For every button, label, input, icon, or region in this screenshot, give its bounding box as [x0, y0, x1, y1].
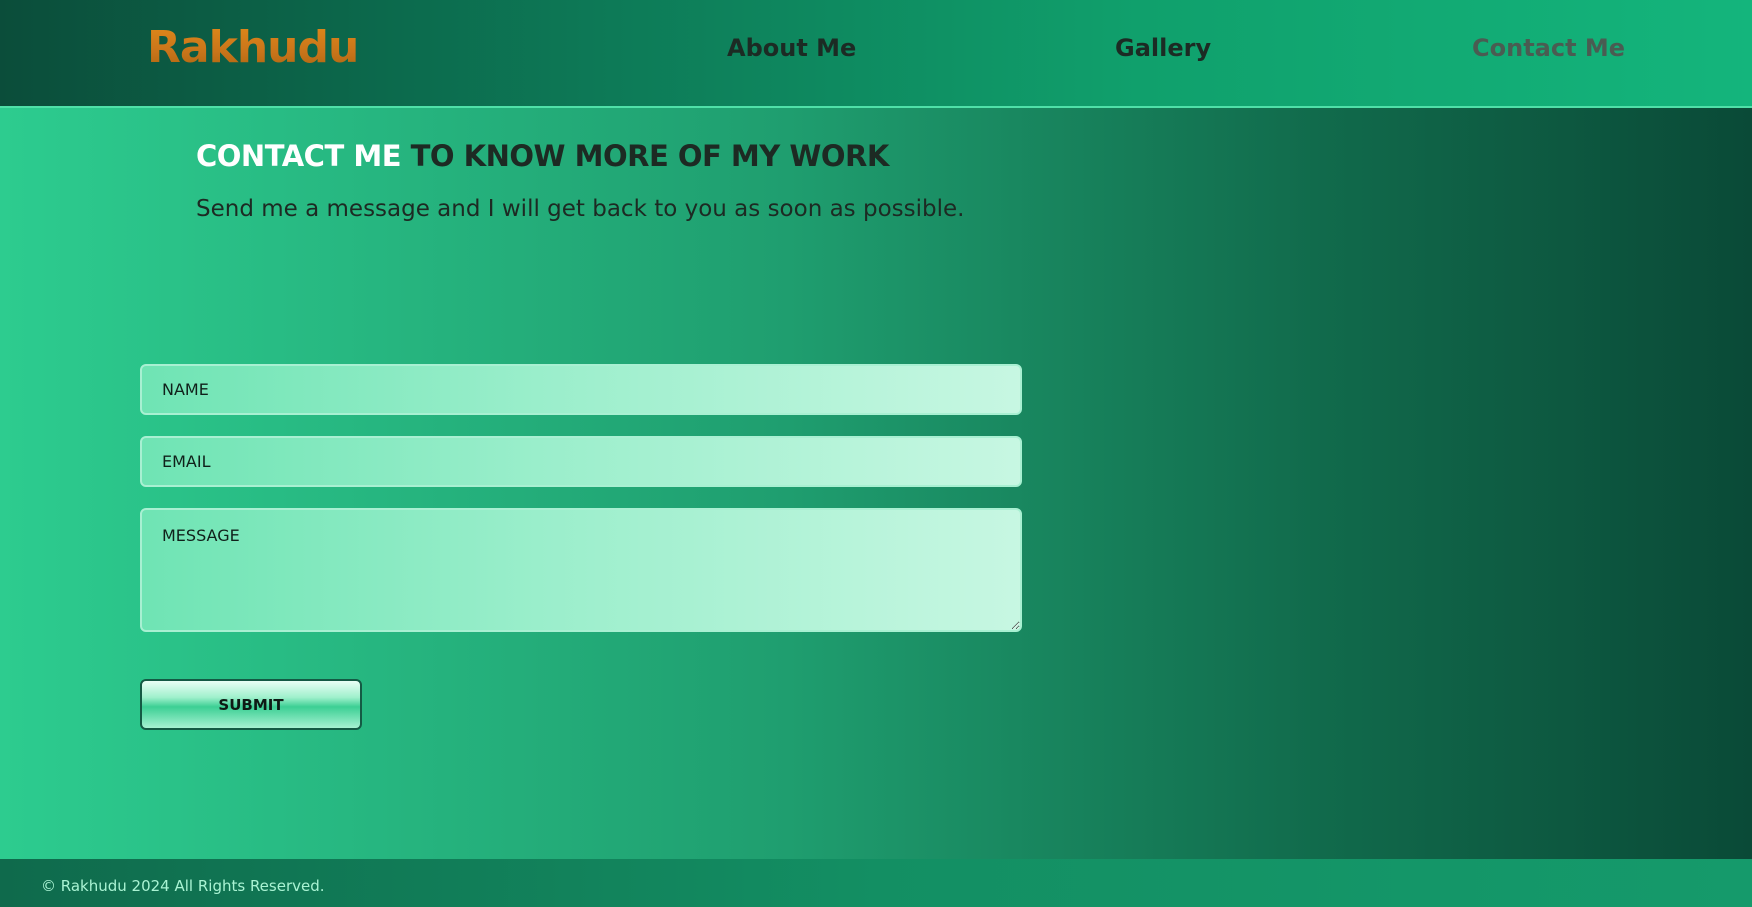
site-header: Rakhudu About Me Gallery Contact Me	[0, 0, 1752, 108]
page-title: CONTACT ME TO KNOW MORE OF MY WORK	[196, 139, 889, 173]
nav-contact-me[interactable]: Contact Me	[1472, 34, 1625, 62]
site-footer: © Rakhudu 2024 All Rights Reserved.	[0, 859, 1752, 907]
message-field[interactable]	[140, 508, 1022, 632]
submit-button[interactable]: SUBMIT	[140, 679, 362, 730]
nav-about-me[interactable]: About Me	[727, 34, 856, 62]
title-rest: TO KNOW MORE OF MY WORK	[401, 139, 890, 173]
name-field[interactable]	[140, 364, 1022, 415]
title-highlight: CONTACT ME	[196, 139, 402, 173]
page-subtitle: Send me a message and I will get back to…	[196, 196, 965, 222]
nav-gallery[interactable]: Gallery	[1115, 34, 1211, 62]
copyright-text: © Rakhudu 2024 All Rights Reserved.	[41, 877, 325, 895]
email-field[interactable]	[140, 436, 1022, 487]
site-logo[interactable]: Rakhudu	[147, 22, 359, 73]
